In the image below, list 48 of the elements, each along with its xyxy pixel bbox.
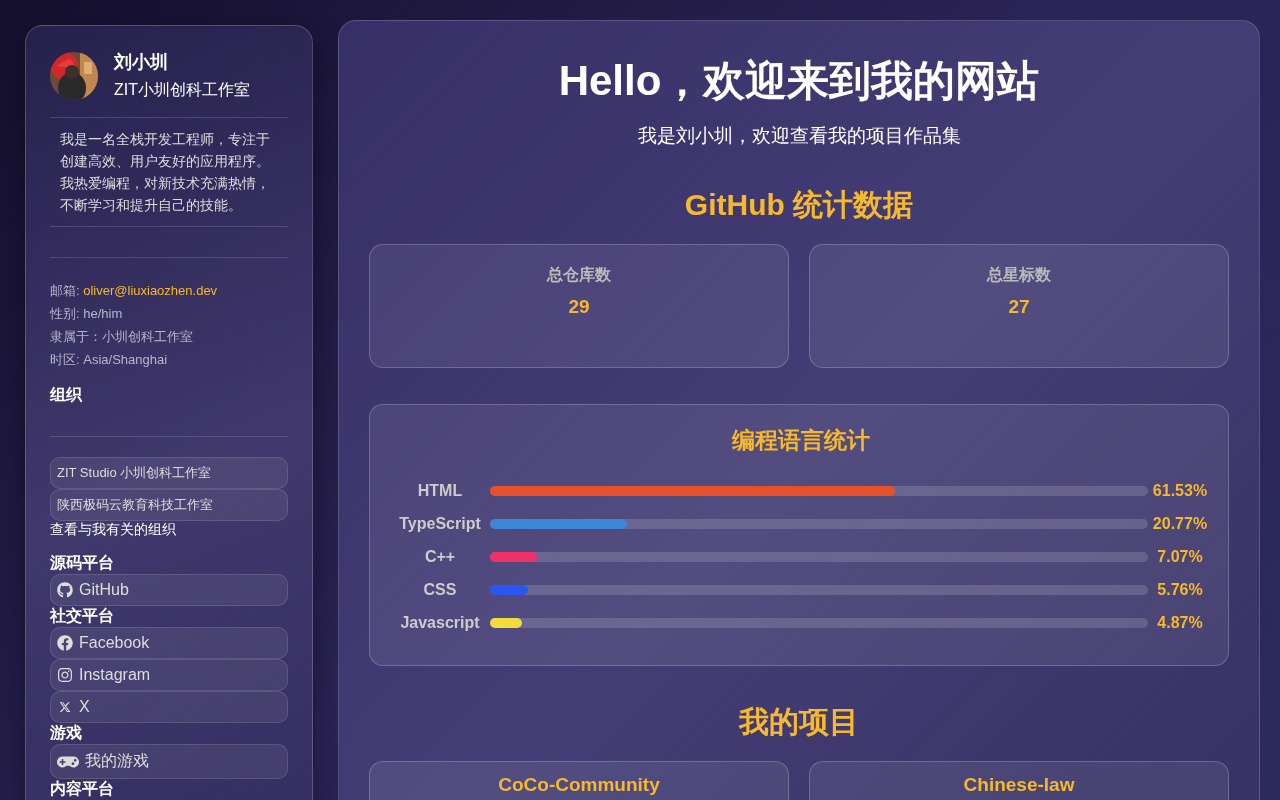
platform-link[interactable]: X (50, 691, 288, 723)
section-heading: 内容平台 (50, 779, 115, 799)
organizations-link[interactable]: 查看与我有关的组织 (50, 521, 288, 539)
detail-text: 性别: he/him (50, 305, 124, 323)
project-card[interactable]: CoCo-Community (369, 761, 789, 800)
hero-subtitle: 我是刘小圳，欢迎查看我的项目作品集 (636, 124, 962, 148)
organization-link[interactable]: ZIT Studio 小圳创科工作室 (50, 457, 288, 489)
bio-text: 我是一名全栈开发工程师，专注于创建高效、用户友好的应用程序。我热爱编程，对新技术充满热情，不断学习和提升自己的技能。 (50, 118, 288, 227)
email-link[interactable]: oliver@liuxiaozhen.dev (83, 283, 218, 298)
section-heading: 社交平台 (50, 606, 115, 626)
section-heading: 游戏 (50, 723, 83, 743)
x-icon (59, 701, 71, 713)
stat-label: 总仓库数 (545, 265, 612, 285)
project-card[interactable]: Chinese-law (809, 761, 1229, 800)
github-icon (57, 582, 73, 598)
organization-link[interactable]: 陕西极码云教育科技工作室 (50, 489, 288, 521)
language-name: CSS (422, 580, 458, 599)
language-percent: 7.07% (1156, 547, 1204, 566)
language-percent: 4.87% (1156, 613, 1204, 632)
platform-link[interactable]: GitHub (50, 574, 288, 606)
language-name: C++ (423, 547, 457, 566)
platform-link[interactable]: Instagram (50, 659, 288, 691)
language-percent: 61.53% (1151, 481, 1209, 500)
project-name: CoCo-Community (497, 774, 661, 796)
section-heading: GitHub 统计数据 (683, 187, 915, 223)
detail-text: 时区: Asia/Shanghai (50, 351, 169, 369)
language-percent: 5.76% (1156, 580, 1204, 599)
language-name: Javascript (399, 613, 481, 632)
detail-text: 邮箱: oliver@liuxiaozhen.dev (50, 282, 219, 300)
section-heading: 组织 (50, 385, 288, 437)
profile-organization: ZIT小圳创科工作室 (114, 80, 250, 100)
stat-value: 27 (1007, 296, 1031, 318)
detail-text: 隶属于：小圳创科工作室 (50, 328, 194, 346)
section-heading: 我的项目 (737, 704, 860, 740)
profile-name: 刘小圳 (114, 51, 169, 74)
platform-link[interactable]: Facebook (50, 627, 288, 659)
platform-link[interactable]: 我的游戏 (50, 744, 288, 779)
hero-title: Hello，欢迎来到我的网站 (557, 56, 1041, 106)
section-heading: 源码平台 (50, 553, 115, 573)
language-name: HTML (416, 481, 464, 500)
project-name: Chinese-law (962, 774, 1076, 796)
stat-label: 总星标数 (985, 265, 1052, 285)
facebook-icon (57, 635, 73, 651)
instagram-icon (57, 667, 73, 683)
stat-value: 29 (567, 296, 591, 318)
language-percent: 20.77% (1151, 514, 1209, 533)
languages-title: 编程语言统计 (731, 426, 871, 455)
language-name: TypeScript (398, 514, 482, 533)
